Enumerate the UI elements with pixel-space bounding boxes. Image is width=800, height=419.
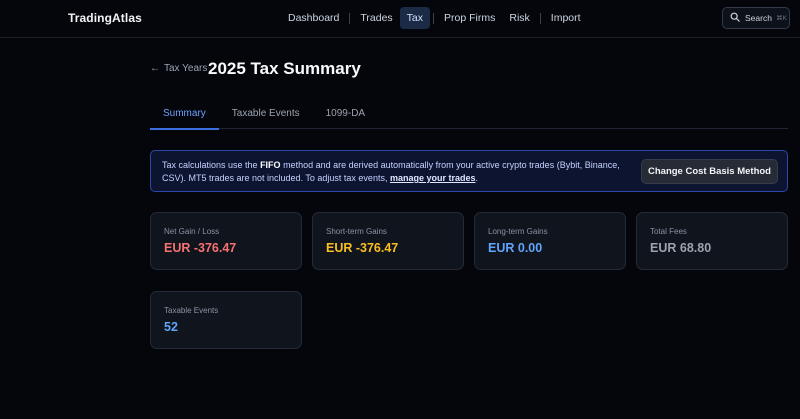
manage-trades-link[interactable]: manage your trades [390, 173, 476, 183]
stat-card-short-term-gains: Short-term Gains EUR -376.47 [312, 212, 464, 270]
card-label: Total Fees [650, 227, 687, 236]
card-value: EUR -376.47 [326, 241, 399, 255]
card-value: EUR -376.47 [164, 241, 237, 255]
card-value: EUR 68.80 [650, 241, 712, 255]
tab-1099-da[interactable]: 1099-DA [313, 101, 378, 129]
search-label: Search [745, 13, 772, 23]
stat-card-long-term-gains: Long-term Gains EUR 0.00 [474, 212, 626, 270]
arrow-left-icon: ← [150, 63, 160, 74]
nav-prop-firms[interactable]: Prop Firms [437, 7, 502, 29]
info-banner: Tax calculations use the FIFO method and… [150, 150, 788, 192]
nav-tax[interactable]: Tax [399, 7, 431, 29]
nav-risk[interactable]: Risk [502, 7, 536, 29]
card-label: Taxable Events [164, 306, 219, 315]
nav-divider [539, 12, 541, 24]
tab-bar: Summary Taxable Events 1099-DA [150, 101, 788, 130]
page-title: 2025 Tax Summary [208, 59, 361, 78]
search-icon [730, 9, 740, 27]
cost-basis-method: FIFO [260, 160, 281, 170]
card-label: Long-term Gains [488, 227, 548, 236]
main-nav: Dashboard Trades Tax Prop Firms Risk Imp… [281, 7, 588, 29]
nav-dashboard[interactable]: Dashboard [281, 7, 346, 29]
nav-import[interactable]: Import [544, 7, 588, 29]
top-navbar: TradingAtlas Dashboard Trades Tax Prop F… [0, 0, 800, 38]
back-to-tax-years-link[interactable]: ← Tax Years [150, 63, 207, 74]
search-button[interactable]: Search ⌘K [722, 7, 790, 29]
card-value: EUR 0.00 [488, 241, 543, 255]
search-shortcut: ⌘K [775, 15, 787, 22]
nav-trades[interactable]: Trades [353, 7, 399, 29]
tab-summary[interactable]: Summary [150, 101, 219, 130]
tab-taxable-events[interactable]: Taxable Events [219, 101, 313, 129]
brand-logo[interactable]: TradingAtlas [68, 11, 142, 25]
card-value: 52 [164, 320, 178, 334]
stat-card-net-gain-loss: Net Gain / Loss EUR -376.47 [150, 212, 302, 270]
stat-card-taxable-events: Taxable Events 52 [150, 291, 302, 349]
card-label: Net Gain / Loss [164, 227, 220, 236]
card-label: Short-term Gains [326, 227, 387, 236]
nav-divider [349, 12, 351, 24]
banner-text: Tax calculations use the FIFO method and… [162, 160, 620, 183]
stat-card-total-fees: Total Fees EUR 68.80 [636, 212, 788, 270]
back-link-label: Tax Years [164, 63, 208, 74]
change-cost-basis-button[interactable]: Change Cost Basis Method [641, 159, 778, 184]
nav-divider [433, 12, 435, 24]
